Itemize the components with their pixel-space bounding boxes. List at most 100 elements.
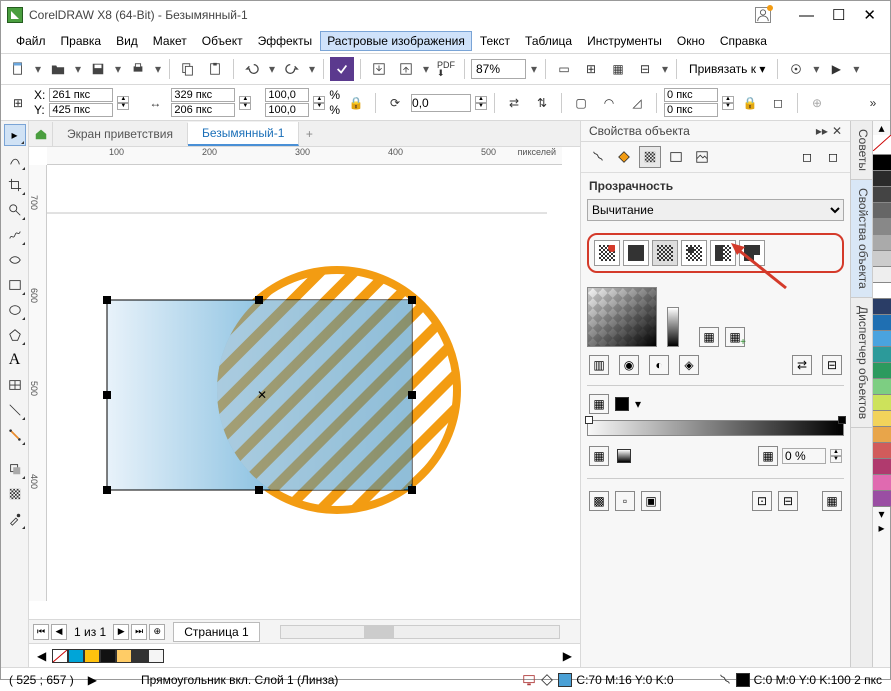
add-tab-button[interactable]: + [299,124,319,144]
colorstrip-swatch[interactable] [873,219,891,235]
edit-trans-icon[interactable]: ▦ [822,491,842,511]
gradient-slider[interactable] [587,420,844,436]
welcome-tab[interactable]: Экран приветствия [53,123,188,145]
palette-swatch[interactable] [148,649,164,663]
connector-tool[interactable] [4,424,26,446]
scale-spin-down[interactable]: ▼ [313,103,325,110]
menu-file[interactable]: Файл [9,31,53,51]
menu-layout[interactable]: Макет [146,31,194,51]
transparency-preview[interactable] [587,287,657,347]
colorstrip-swatch[interactable] [873,443,891,459]
undo-button[interactable] [240,57,264,81]
bitmap-tab-icon[interactable] [691,146,713,168]
fullscreen-button[interactable]: ▭ [552,57,576,81]
menu-help[interactable]: Справка [713,31,774,51]
colorstrip-swatch[interactable] [873,347,891,363]
export-dropdown[interactable]: ▾ [421,62,431,76]
colorstrip-swatch[interactable] [873,363,891,379]
panel-view-2-icon[interactable]: ◻ [822,146,844,168]
colorstrip-swatch[interactable] [873,331,891,347]
lock-corner-button[interactable]: 🔒 [738,91,762,115]
corner-chamfer-icon[interactable]: ◿ [625,91,649,115]
page-tab[interactable]: Страница 1 [173,622,259,642]
page-last[interactable]: ⏭ [131,624,147,640]
apply-both-icon[interactable]: ▣ [641,491,661,511]
print-dropdown[interactable]: ▾ [153,62,163,76]
colorstrip-swatch[interactable] [873,283,891,299]
opacity-value[interactable]: 0 % [782,448,826,464]
open-button[interactable] [46,57,70,81]
colorstrip-swatch[interactable] [873,203,891,219]
colorstrip-swatch[interactable] [873,171,891,187]
table-tool[interactable] [4,374,26,396]
colorstrip-swatch[interactable] [873,427,891,443]
text-tool[interactable]: A [4,349,26,371]
opacity-down[interactable]: ▼ [830,456,842,463]
overflow-button[interactable]: » [861,91,885,115]
colorstrip-swatch[interactable] [873,315,891,331]
menu-edit[interactable]: Правка [54,31,109,51]
menu-view[interactable]: Вид [109,31,145,51]
save-button[interactable] [86,57,110,81]
snap-to-button[interactable]: Привязать к ▾ [683,60,771,78]
hints-tab[interactable]: Советы [851,121,872,180]
page-first[interactable]: ⏮ [33,624,49,640]
fill-tab-icon[interactable] [613,146,635,168]
colorstrip-swatch[interactable] [873,155,891,171]
rectangle-tool[interactable] [4,274,26,296]
colorstrip-swatch[interactable] [873,459,891,475]
launch-dropdown[interactable]: ▾ [851,62,861,76]
dimension-tool[interactable] [4,399,26,421]
document-tab[interactable]: Безымянный-1 [188,122,299,146]
square-icon[interactable]: ◈ [679,355,699,375]
rx-input[interactable] [664,88,718,102]
x-input[interactable] [49,88,113,102]
ry-input[interactable] [664,103,718,117]
lock-ratio-button[interactable]: 🔒 [344,91,368,115]
options-dropdown[interactable]: ▾ [811,62,821,76]
x-spin-up[interactable]: ▲ [117,96,129,103]
zoom-input[interactable] [471,59,526,79]
panel-collapse-icon[interactable]: ▸▸ [816,124,828,138]
scaley-input[interactable] [265,103,309,117]
rot-down[interactable]: ▼ [475,103,487,110]
canvas[interactable]: ✕ [47,165,562,601]
maximize-button[interactable]: ☐ [832,6,845,24]
mirror-v-button[interactable]: ⇅ [530,91,554,115]
crop-tool[interactable] [4,174,26,196]
options-button[interactable] [784,57,808,81]
scale-spin-up[interactable]: ▲ [313,96,325,103]
artistic-media-tool[interactable] [4,249,26,271]
opacity-up[interactable]: ▲ [830,449,842,456]
export-button[interactable] [394,57,418,81]
radial-icon[interactable]: ◉ [619,355,639,375]
w-spin-up[interactable]: ▲ [239,96,251,103]
colorstrip-swatch[interactable] [873,235,891,251]
undo-dropdown[interactable]: ▾ [267,62,277,76]
rx-up[interactable]: ▲ [722,96,734,103]
palette-swatch[interactable] [84,649,100,663]
conical-icon[interactable]: ◐ [649,355,669,375]
freeze-icon[interactable]: ⊡ [752,491,772,511]
paste-button[interactable] [203,57,227,81]
page-next[interactable]: ▶ [113,624,129,640]
rot-up[interactable]: ▲ [475,96,487,103]
zoom-dropdown[interactable]: ▾ [529,62,539,76]
palette-none[interactable] [52,649,68,663]
rect-tab-icon[interactable] [665,146,687,168]
colorstrip-swatch[interactable] [873,475,891,491]
colorstrip-menu[interactable]: ▸ [873,521,890,535]
page-prev[interactable]: ◀ [51,624,67,640]
copy-button[interactable] [176,57,200,81]
new-preset-icon[interactable]: ▦+ [725,327,745,347]
apply-fill-icon[interactable]: ▩ [589,491,609,511]
panel-close-icon[interactable]: ✕ [832,124,842,138]
uniform-transparency-button[interactable] [623,240,649,266]
save-dropdown[interactable]: ▾ [113,62,123,76]
canvas-area[interactable]: 100 200 300 400 500 пикселей 700 600 500… [29,147,580,619]
colorstrip-swatch[interactable] [873,267,891,283]
palette-right[interactable]: ▶ [563,649,572,663]
zoom-tool[interactable] [4,199,26,221]
object-props-tab[interactable]: Свойства объекта [851,180,872,298]
transparency-tab-icon[interactable] [639,146,661,168]
